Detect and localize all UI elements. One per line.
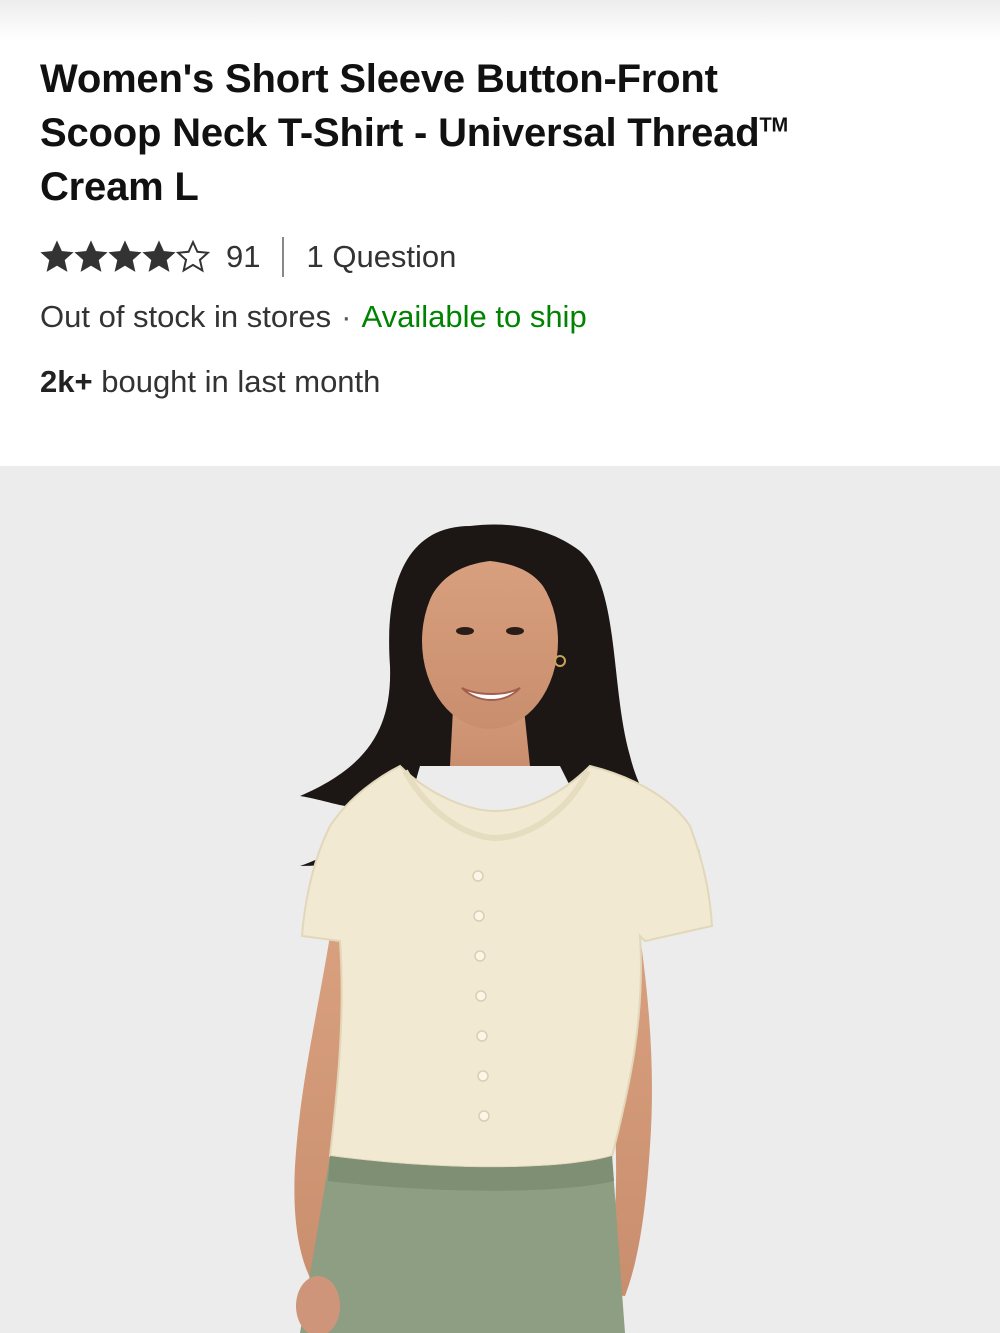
review-count[interactable]: 91 [226,239,260,275]
star-rating[interactable] [40,240,210,274]
title-line-1: Women's Short Sleeve Button-Front [40,57,718,101]
separator-dot: · [341,299,352,334]
star-filled-icon [40,240,74,272]
left-eye [456,627,474,635]
questions-link[interactable]: 1 Question [306,239,456,275]
title-line-2: Scoop Neck T-Shirt - Universal Thread [40,111,760,155]
store-stock-status: Out of stock in stores [40,299,332,334]
star-filled-icon [108,240,142,272]
trademark-symbol: TM [759,114,788,137]
model-photo [294,524,714,1333]
rating-divider [282,237,285,277]
ship-availability: Available to ship [361,299,587,334]
availability-row: Out of stock in stores · Available to ship [40,299,587,335]
product-image[interactable] [0,466,1000,1333]
bought-suffix: bought in last month [101,364,381,399]
bought-count: 2k+ [40,364,93,399]
star-filled-icon [74,240,108,272]
star-filled-icon [142,240,176,272]
right-eye [506,627,524,635]
purchase-count-row: 2k+ bought in last month [40,364,380,400]
star-empty-icon [176,240,210,273]
title-line-3: Cream L [40,165,199,209]
top-fade [0,0,1000,40]
product-title: Women's Short Sleeve Button-Front Scoop … [40,52,940,214]
rating-row: 91 1 Question [40,232,456,282]
